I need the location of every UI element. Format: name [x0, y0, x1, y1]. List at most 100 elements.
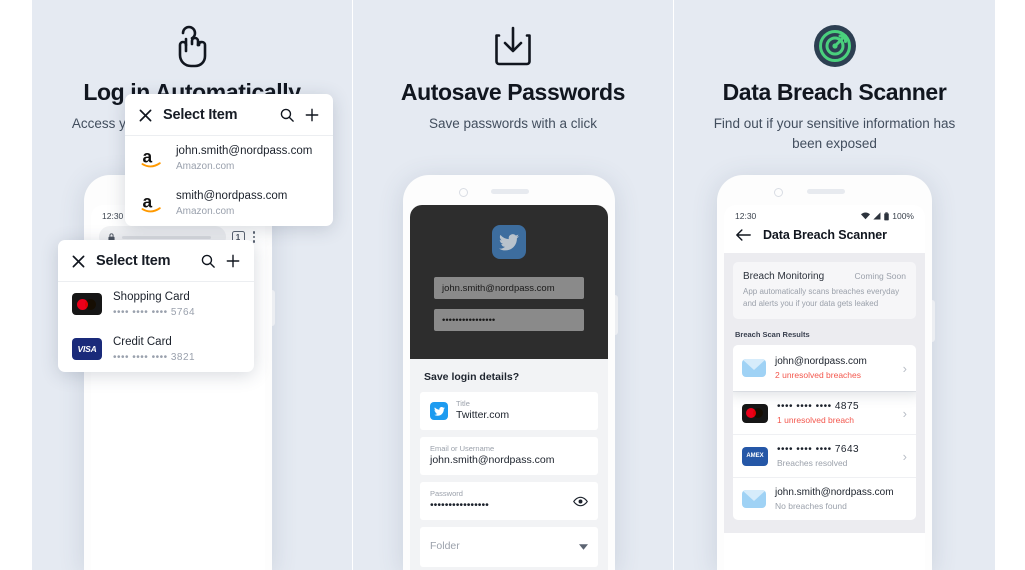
- target-scanner-icon: [674, 20, 995, 72]
- field-label: Title: [456, 399, 470, 409]
- speaker-slot: [491, 189, 529, 194]
- result-subtitle: 1 unresolved breach: [777, 415, 855, 426]
- select-item-popup-cards: Select Item Shopping Card •••• •••• ••••…: [58, 240, 254, 372]
- sheet-title: Save login details?: [424, 371, 520, 383]
- result-subtitle: No breaches found: [775, 501, 847, 512]
- list-item-subtitle: Amazon.com: [176, 205, 235, 217]
- svg-text:a: a: [142, 192, 152, 212]
- phone-mockup-scanner: 12:30 100% Data Breach Scanner Breach Mo…: [717, 175, 935, 570]
- mastercard-logo: [742, 403, 768, 423]
- mail-icon: [742, 359, 766, 378]
- field-value: Twitter.com: [456, 409, 510, 422]
- plus-icon[interactable]: [305, 108, 319, 122]
- phone-mockup-browser: 12:30 100% 1: [84, 175, 275, 570]
- list-item-title: smith@nordpass.com: [176, 189, 288, 202]
- result-title: •••• •••• •••• 4875: [777, 401, 860, 413]
- camera-dot-icon: [459, 188, 468, 197]
- page-subtitle: Find out if your sensitive information h…: [713, 116, 956, 151]
- list-item[interactable]: a smith@nordpass.com Amazon.com: [125, 181, 333, 226]
- password-field[interactable]: ••••••••••••••••: [434, 309, 584, 331]
- result-title: john.smith@nordpass.com: [775, 487, 894, 499]
- battery-percent: 100%: [892, 211, 914, 221]
- field-label: Email or Username: [430, 444, 495, 454]
- status-time: 12:30: [735, 211, 757, 221]
- title-field[interactable]: Title Twitter.com: [420, 392, 598, 430]
- field-value: john.smith@nordpass.com: [430, 454, 555, 467]
- chevron-down-icon[interactable]: [579, 544, 588, 550]
- popup-title: Select Item: [96, 253, 171, 269]
- chevron-right-icon[interactable]: ›: [903, 361, 907, 376]
- list-item-title: Credit Card: [113, 335, 172, 348]
- search-icon[interactable]: [201, 254, 215, 268]
- phone-side-button[interactable]: [614, 295, 618, 335]
- wifi-icon: [861, 212, 871, 220]
- table-row[interactable]: john.smith@nordpass.com No breaches foun…: [733, 477, 916, 520]
- twitter-login-screen: john.smith@nordpass.com ••••••••••••••••: [410, 205, 608, 359]
- list-item-subtitle: •••• •••• •••• 3821: [113, 351, 196, 363]
- search-icon[interactable]: [280, 108, 294, 122]
- amazon-logo: a: [139, 190, 165, 216]
- panel-header: Autosave Passwords Save passwords with a…: [353, 0, 673, 134]
- download-tray-icon: [353, 20, 673, 72]
- signal-icon: [873, 212, 881, 220]
- app-bar: Data Breach Scanner: [724, 223, 925, 253]
- chevron-right-icon[interactable]: ›: [903, 449, 907, 464]
- feature-panel-autosave-passwords: Autosave Passwords Save passwords with a…: [353, 0, 673, 570]
- status-badge: Coming Soon: [854, 271, 906, 281]
- monitoring-description: App automatically scans breaches everyda…: [743, 287, 900, 308]
- eye-icon[interactable]: [573, 496, 588, 507]
- amex-logo: AMEX: [742, 446, 768, 466]
- battery-icon: [884, 211, 889, 220]
- table-row[interactable]: AMEX •••• •••• •••• 7643 Breaches resolv…: [733, 434, 916, 477]
- table-row[interactable]: john@nordpass.com 2 unresolved breaches …: [733, 345, 916, 392]
- list-item-title: Shopping Card: [113, 291, 190, 303]
- email-field[interactable]: Email or Username john.smith@nordpass.co…: [420, 437, 598, 475]
- page-title: Autosave Passwords: [400, 79, 626, 105]
- section-label: Breach Scan Results: [735, 330, 810, 340]
- arrow-left-icon[interactable]: [736, 229, 751, 241]
- status-time: 12:30: [102, 211, 124, 221]
- mail-icon: [742, 490, 766, 509]
- panel-header: Data Breach Scanner Find out if your sen…: [674, 0, 995, 153]
- password-field[interactable]: Password ••••••••••••••••: [420, 482, 598, 520]
- breach-monitoring-card: Breach Monitoring Coming Soon App automa…: [733, 262, 916, 320]
- mastercard-logo: [72, 293, 102, 316]
- url-placeholder-line: [122, 235, 211, 239]
- folder-select[interactable]: Folder: [420, 527, 598, 567]
- list-item[interactable]: VISA Credit Card •••• •••• •••• 3821: [58, 327, 254, 372]
- visa-logo: VISA: [72, 338, 102, 361]
- breach-results-list: john@nordpass.com 2 unresolved breaches …: [733, 345, 916, 521]
- field-label: Password: [430, 489, 463, 499]
- result-subtitle: Breaches resolved: [777, 458, 848, 469]
- username-field[interactable]: john.smith@nordpass.com: [434, 277, 584, 299]
- table-row[interactable]: •••• •••• •••• 4875 1 unresolved breach …: [733, 391, 916, 434]
- select-item-popup-logins: Select Item a john.smith@nordpass.com Am…: [125, 94, 333, 226]
- speaker-slot: [807, 189, 845, 194]
- close-icon[interactable]: [72, 255, 85, 268]
- list-item[interactable]: Shopping Card •••• •••• •••• 5764: [58, 282, 254, 327]
- popup-header: Select Item: [125, 94, 333, 135]
- list-item-subtitle: Amazon.com: [176, 160, 235, 172]
- monitoring-title: Breach Monitoring: [743, 271, 825, 282]
- page-title: Data Breach Scanner: [722, 79, 947, 105]
- feature-panel-log-in-automatically: Log in Automatically Access your online …: [32, 0, 352, 570]
- phone-mockup-autosave: john.smith@nordpass.com ••••••••••••••••…: [403, 175, 618, 570]
- appbar-title: Data Breach Scanner: [763, 228, 887, 242]
- page-subtitle: Save passwords with a click: [428, 116, 598, 132]
- field-value: Folder: [430, 540, 460, 553]
- close-icon[interactable]: [139, 109, 152, 122]
- save-login-sheet: Save login details? Title Twitter.com Em…: [410, 359, 608, 570]
- popup-title: Select Item: [163, 107, 238, 123]
- list-item-subtitle: •••• •••• •••• 5764: [113, 306, 196, 318]
- phone-side-button[interactable]: [271, 290, 275, 326]
- tap-hand-icon: [32, 20, 352, 72]
- list-item-title: john.smith@nordpass.com: [176, 145, 313, 157]
- screenshot-stage: Log in Automatically Access your online …: [0, 0, 1025, 570]
- chevron-right-icon[interactable]: ›: [903, 406, 907, 421]
- plus-icon[interactable]: [226, 254, 240, 268]
- phone-side-button[interactable]: [931, 300, 935, 342]
- result-title: john@nordpass.com: [775, 356, 867, 368]
- list-item[interactable]: a john.smith@nordpass.com Amazon.com: [125, 136, 333, 181]
- svg-text:a: a: [142, 147, 152, 167]
- amazon-logo: a: [139, 145, 165, 171]
